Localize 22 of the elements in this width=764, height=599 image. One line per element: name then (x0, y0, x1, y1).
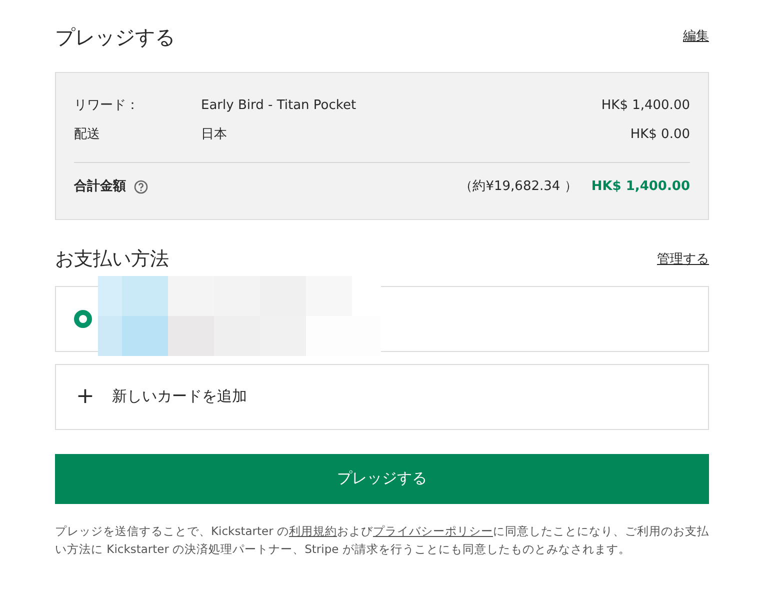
row-label: 配送 (74, 126, 101, 144)
row-detail: 日本 (201, 126, 228, 144)
legal-text: プレッジを送信することで、Kickstarter の利用規約およびプライバシーポリシー に同意したことになり、ご利用のお支払い方法に Kickstarter の決済処理パートナー、Stripe が請求を行うことにも同意したものとみなされます。 (55, 522, 709, 558)
section-title: お支払い方法 (55, 247, 169, 272)
page-title: プレッジする (55, 24, 175, 51)
total-amount: HK$ 1,400.00 (591, 178, 690, 196)
radio-button[interactable] (74, 310, 92, 328)
edit-link[interactable]: 編集 (683, 27, 709, 47)
total-approx: （約¥19,682.34 ） (460, 178, 578, 196)
row-amount: HK$ 1,400.00 (601, 96, 690, 115)
manage-link[interactable]: 管理する (657, 250, 709, 270)
plus-icon: + (76, 386, 92, 408)
pledge-button[interactable]: プレッジする (55, 454, 709, 504)
row-detail: Early Bird - Titan Pocket (201, 96, 358, 115)
add-card-label: 新しいカードを追加 (112, 386, 247, 408)
row-amount: HK$ 0.00 (630, 126, 690, 144)
total-label: 合計金額 (74, 178, 126, 196)
help-icon[interactable] (134, 180, 148, 194)
legal-link[interactable]: プライバシーポリシー (372, 524, 493, 538)
add-card-option[interactable]: + 新しいカードを追加 (55, 364, 709, 430)
legal-link[interactable]: 利用規約 (288, 524, 337, 538)
row-label: リワード： (74, 96, 140, 115)
